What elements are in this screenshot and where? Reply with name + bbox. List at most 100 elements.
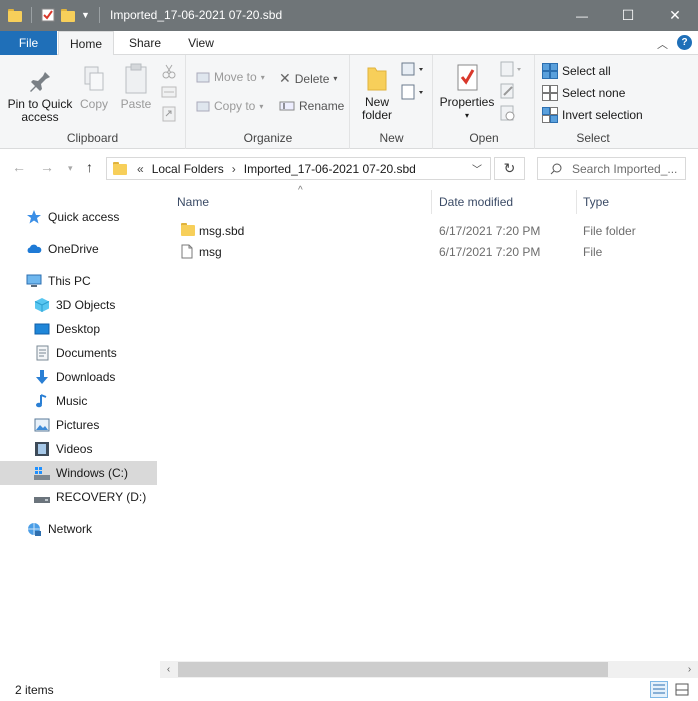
drive-icon (34, 467, 50, 480)
invert-selection-icon (542, 107, 558, 123)
sidebar-item-windows-c[interactable]: Windows (C:) (0, 461, 157, 485)
address-history-chevron-icon[interactable]: ﹀ (472, 161, 482, 176)
history-icon[interactable] (500, 105, 516, 124)
select-all-button[interactable]: Select all (542, 63, 611, 79)
ribbon-tabs: File Home Share View ︿ ? (0, 31, 698, 56)
sidebar-item-label: This PC (48, 274, 91, 288)
document-icon (36, 345, 49, 361)
tab-share[interactable]: Share (120, 31, 170, 55)
navigation-pane: Quick access OneDrive This PC 3D Objects… (0, 187, 160, 675)
column-header-type[interactable]: Type (583, 187, 609, 217)
scroll-right-arrow-icon[interactable]: › (681, 661, 698, 678)
open-with-icon[interactable] (500, 61, 524, 80)
sidebar-item-this-pc[interactable]: This PC (0, 269, 157, 293)
address-bar[interactable]: « Local Folders › Imported_17-06-2021 07… (106, 157, 491, 180)
sidebar-item-label: Windows (C:) (56, 466, 129, 480)
paste-clipboard-icon (125, 63, 147, 94)
pin-to-quick-access-button[interactable]: Pin to Quick access (5, 67, 75, 124)
column-divider[interactable] (431, 190, 432, 214)
new-folder-button[interactable]: New folder (359, 63, 395, 122)
sidebar-item-quick-access[interactable]: Quick access (0, 205, 157, 229)
paste-button[interactable]: Paste (117, 63, 155, 111)
copy-to-label: Copy to (214, 99, 256, 113)
new-item-icon[interactable] (401, 61, 427, 80)
column-divider[interactable] (576, 190, 577, 214)
tab-file[interactable]: File (0, 31, 57, 55)
sidebar-item-desktop[interactable]: Desktop (0, 317, 157, 341)
forward-arrow-icon[interactable]: → (40, 159, 54, 175)
music-note-icon (36, 394, 47, 408)
file-row[interactable]: msg 6/17/2021 7:20 PM File (160, 241, 698, 262)
tab-view[interactable]: View (178, 31, 224, 55)
select-group-label: Select (576, 131, 610, 145)
help-icon[interactable]: ? (677, 35, 692, 50)
toolbar-divider (31, 7, 32, 23)
new-folder-icon[interactable] (61, 8, 75, 22)
sidebar-item-recovery-d[interactable]: RECOVERY (D:) (0, 485, 157, 509)
star-icon (27, 210, 41, 224)
sidebar-item-3d-objects[interactable]: 3D Objects (0, 293, 157, 317)
file-date: 6/17/2021 7:20 PM (439, 245, 541, 259)
move-to-button[interactable]: Move to ▾ (196, 70, 265, 84)
breadcrumb-current-folder[interactable]: Imported_17-06-2021 07-20.sbd (244, 162, 416, 176)
close-button[interactable]: ✕ (652, 0, 698, 31)
download-arrow-icon (36, 370, 48, 384)
move-to-label: Move to (214, 70, 257, 84)
title-bar: ▼ Imported_17-06-2021 07-20.sbd — ☐ ✕ (0, 0, 698, 31)
properties-icon (457, 64, 478, 91)
sidebar-item-music[interactable]: Music (0, 389, 157, 413)
folder-icon[interactable] (8, 8, 22, 22)
maximize-button[interactable]: ☐ (605, 0, 651, 31)
sidebar-item-label: Desktop (56, 322, 101, 336)
column-header-date-modified[interactable]: Date modified (439, 187, 513, 217)
breadcrumb-overflow[interactable]: « (137, 162, 144, 176)
scrollbar-thumb[interactable] (178, 662, 608, 677)
invert-selection-button[interactable]: Invert selection (542, 107, 643, 123)
search-box[interactable]: Search Imported_... (537, 157, 686, 180)
select-none-button[interactable]: Select none (542, 85, 625, 101)
cut-icon[interactable] (161, 63, 177, 82)
sidebar-item-documents[interactable]: Documents (0, 341, 157, 365)
details-view-button[interactable] (650, 681, 668, 698)
file-type: File (583, 245, 603, 259)
properties-check-icon[interactable] (41, 8, 55, 22)
recent-locations-chevron-icon[interactable]: ▾ (68, 163, 73, 174)
clipboard-group: Pin to Quick access Copy Paste Clipboard (0, 55, 186, 149)
new-group: New folder New (351, 55, 433, 149)
sidebar-item-downloads[interactable]: Downloads (0, 365, 157, 389)
collapse-ribbon-chevron-icon[interactable]: ︿ (657, 36, 668, 52)
copy-to-button[interactable]: Copy to ▾ (196, 99, 263, 113)
sidebar-item-videos[interactable]: Videos (0, 437, 157, 461)
up-arrow-icon[interactable]: ↑ (86, 159, 93, 175)
drive-icon (34, 497, 50, 503)
file-row[interactable]: msg.sbd 6/17/2021 7:20 PM File folder (160, 220, 698, 241)
copy-button[interactable]: Copy (76, 65, 112, 111)
refresh-button[interactable]: ↻ (494, 157, 525, 180)
sidebar-item-label: Downloads (56, 370, 116, 384)
horizontal-scrollbar[interactable]: ‹ › (160, 661, 698, 678)
breadcrumb-local-folders[interactable]: Local Folders (152, 162, 224, 176)
select-none-label: Select none (562, 86, 626, 100)
sidebar-item-onedrive[interactable]: OneDrive (0, 237, 157, 261)
easy-access-icon[interactable] (401, 83, 427, 104)
back-arrow-icon[interactable]: ← (12, 159, 26, 175)
minimize-button[interactable]: — (559, 0, 605, 31)
properties-button[interactable]: Properties ▾ (438, 63, 496, 122)
sort-ascending-icon: ^ (298, 185, 303, 196)
breadcrumb-separator[interactable]: › (232, 162, 236, 176)
customize-toolbar-chevron-icon[interactable]: ▼ (81, 10, 90, 20)
pin-label-line2: access (21, 110, 59, 124)
sidebar-item-network[interactable]: Network (0, 517, 157, 541)
copy-path-icon[interactable] (161, 85, 177, 102)
scroll-left-arrow-icon[interactable]: ‹ (160, 661, 177, 678)
properties-label: Properties (439, 95, 495, 109)
column-header-name[interactable]: Name (177, 187, 209, 217)
select-group: Select all Select none Invert selection … (536, 55, 650, 149)
sidebar-item-pictures[interactable]: Pictures (0, 413, 157, 437)
tab-home[interactable]: Home (58, 31, 114, 56)
paste-shortcut-icon[interactable] (161, 106, 177, 125)
delete-button[interactable]: ✕ Delete ▾ (279, 70, 337, 87)
rename-button[interactable]: Rename (279, 99, 344, 113)
large-icons-view-button[interactable] (673, 681, 691, 698)
edit-icon[interactable] (500, 83, 516, 102)
